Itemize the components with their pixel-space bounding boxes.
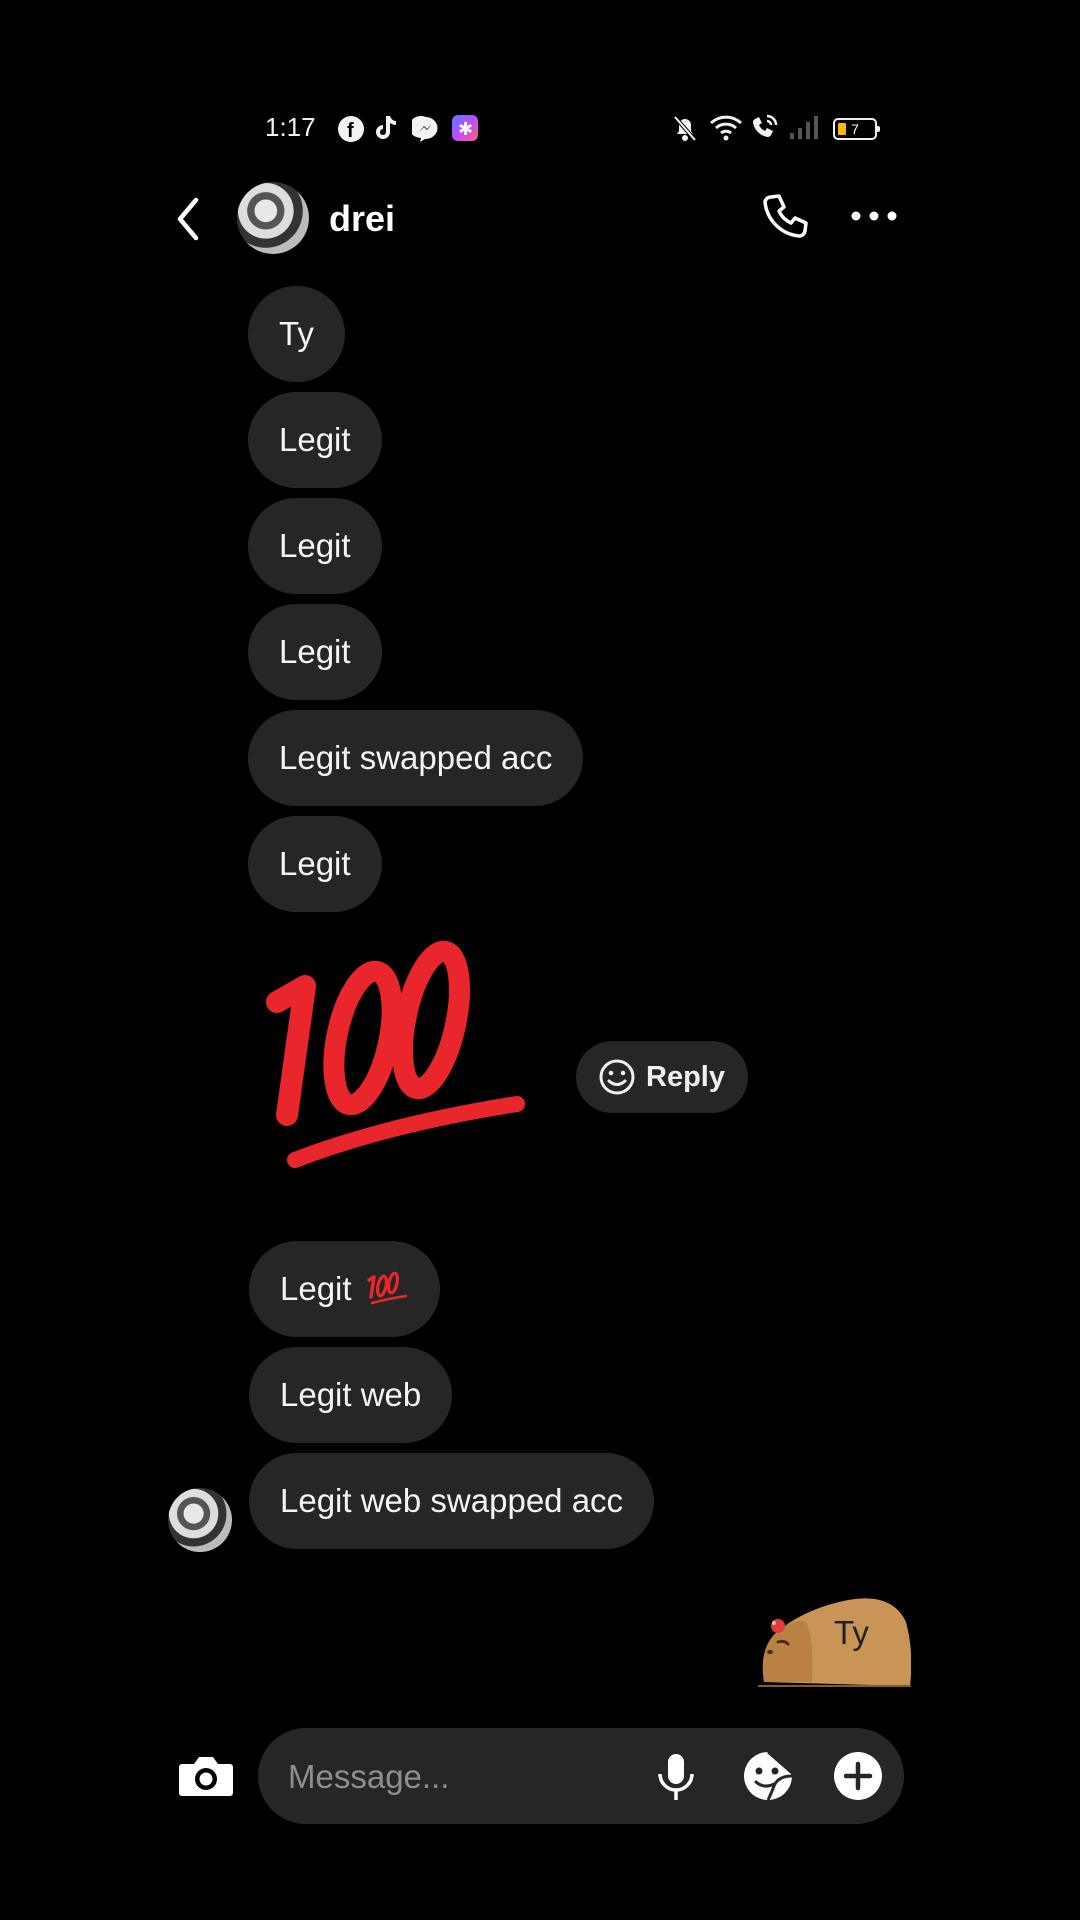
chevron-left-icon [177,197,199,241]
message-bubble[interactable]: Ty [248,286,345,382]
battery-icon: 7 [833,118,880,140]
svg-text:✱: ✱ [458,119,473,140]
reply-label: Reply [646,1061,725,1093]
add-button[interactable] [832,1750,884,1807]
hundred-emoji-message[interactable] [265,920,535,1180]
camera-icon [179,1757,233,1796]
avatar[interactable] [237,182,309,254]
phone-icon [763,194,808,238]
message-composer [258,1728,904,1826]
svg-text:f: f [347,120,354,142]
wifi-calling-icon [750,113,780,148]
smiley-icon [599,1059,635,1095]
status-time: 1:17 [265,112,316,142]
message-text: Legit [280,1270,352,1307]
message-bubble[interactable]: Legit [248,816,382,912]
chat-username[interactable]: drei [329,198,395,240]
microphone-icon [658,1754,694,1800]
facebook-icon: f [338,116,364,142]
reply-button[interactable]: Reply [576,1041,748,1113]
call-button[interactable] [760,192,810,247]
hundred-emoji-icon [266,940,525,1168]
sticker-icon [744,1752,793,1801]
sender-avatar[interactable] [168,1488,232,1552]
message-bubble[interactable]: Legit web swapped acc [249,1453,655,1549]
more-options-button[interactable] [850,202,898,235]
plus-icon [834,1752,882,1800]
message-bubble[interactable]: Legit [248,604,382,700]
message-bubble[interactable]: Legit web [249,1347,453,1443]
more-horizontal-icon [851,211,897,221]
wifi-icon [709,113,743,148]
microphone-button[interactable] [654,1752,698,1807]
message-bubble[interactable]: Legit [248,392,382,488]
message-bubble[interactable]: Legit [249,1241,440,1337]
battery-level: 7 [851,121,859,137]
camera-button[interactable] [178,1752,234,1803]
app-icon: ✱ [452,115,478,141]
signal-icon [788,113,822,146]
sent-sticker[interactable]: Ty [758,1592,912,1692]
sticker-text: Ty [834,1614,869,1651]
mute-icon [672,113,698,148]
tiktok-icon [374,114,400,147]
message-bubble[interactable]: Legit [248,498,382,594]
sticker-button[interactable] [742,1750,794,1807]
message-input[interactable] [286,1728,590,1826]
hundred-emoji-icon [366,1271,407,1305]
message-bubble[interactable]: Legit swapped acc [248,710,584,806]
back-button[interactable] [172,196,206,247]
messenger-icon [409,115,440,148]
